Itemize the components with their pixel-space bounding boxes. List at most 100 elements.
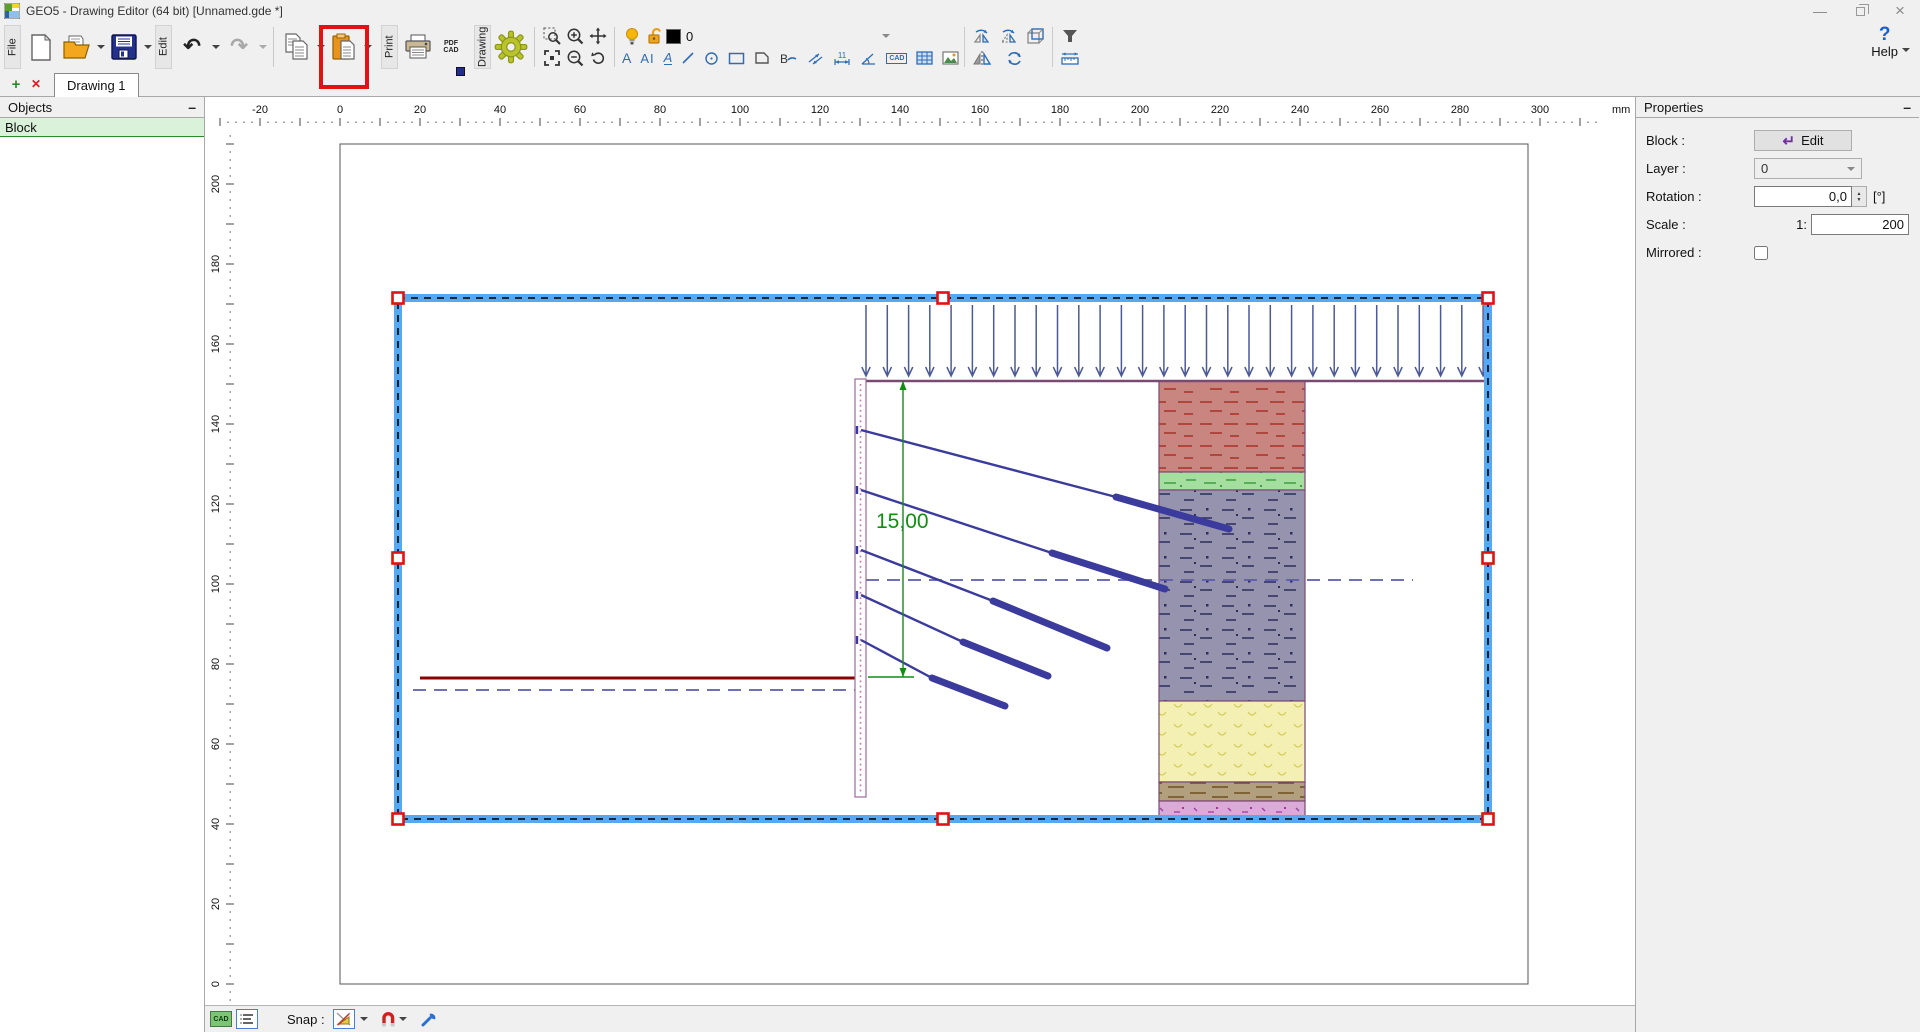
soil-profile-column [1159, 381, 1305, 820]
snap-dropdown[interactable] [358, 1009, 371, 1029]
save-dropdown[interactable] [142, 24, 153, 70]
copy-button[interactable] [279, 24, 315, 70]
snap-settings-button[interactable] [420, 1010, 438, 1028]
print-button[interactable] [400, 24, 436, 70]
close-button[interactable]: × [1880, 0, 1920, 22]
selection-handle[interactable] [393, 293, 404, 304]
undo-button[interactable]: ↶ [174, 24, 210, 70]
mirrored-property-row: Mirrored : [1646, 242, 1909, 263]
open-file-button[interactable] [59, 24, 95, 70]
selection-handle[interactable] [938, 293, 949, 304]
text-tool-button[interactable]: A [622, 50, 631, 66]
lock-button[interactable] [643, 26, 666, 47]
svg-text:100: 100 [210, 575, 222, 593]
ruler-icon [1060, 51, 1080, 66]
snap-mode-button[interactable] [333, 1009, 355, 1029]
rotation-spinner[interactable]: ▲▼ [1852, 186, 1867, 207]
zoom-out-button[interactable] [563, 48, 586, 69]
close-tab-button[interactable]: ✕ [26, 74, 46, 94]
cad-mode-badge[interactable]: CAD [210, 1011, 232, 1027]
move-objects-button[interactable] [997, 26, 1020, 47]
help-label: Help [1871, 44, 1898, 59]
layer-color-select[interactable]: 0 [666, 26, 894, 47]
help-dropdown[interactable] [1902, 48, 1910, 52]
minimize-button[interactable]: — [1800, 0, 1840, 22]
selection-handle[interactable] [1483, 814, 1494, 825]
pan-button[interactable] [586, 26, 609, 47]
dimension-value: 15,00 [876, 510, 929, 533]
objects-panel-title: Objects [8, 100, 52, 115]
layer-select[interactable]: 0 [1754, 158, 1862, 179]
export-pdf-cad-button[interactable]: PDF CAD [436, 24, 466, 70]
magnet-dropdown[interactable] [397, 1009, 410, 1029]
help-button[interactable]: ? Help [1871, 26, 1898, 59]
copy-dropdown[interactable] [315, 24, 326, 70]
previous-view-button[interactable] [586, 48, 609, 69]
svg-text:160: 160 [210, 335, 222, 353]
edit-text-tool-button[interactable]: A [664, 52, 673, 65]
drawing-canvas[interactable]: -200204060801001201401601802002202402602… [205, 97, 1635, 1005]
move-objects-icon [999, 28, 1019, 45]
line-tool-button[interactable] [681, 51, 695, 65]
rotate-button[interactable] [1003, 48, 1026, 69]
edit-menu-button[interactable]: Edit [155, 25, 172, 69]
redo-button[interactable]: ↷ [221, 24, 257, 70]
svg-text:180: 180 [1051, 104, 1069, 116]
file-menu-button[interactable]: File [4, 25, 21, 69]
angle-dimension-tool-button[interactable] [860, 51, 877, 66]
zoom-selection-icon [543, 27, 561, 45]
paste-button[interactable] [326, 24, 362, 70]
svg-text:120: 120 [210, 495, 222, 513]
circle-tool-button[interactable] [704, 51, 719, 66]
linear-dimension-tool-button[interactable]: 11 [833, 51, 851, 66]
object-list-item-block[interactable]: Block [0, 118, 204, 137]
selection-handle[interactable] [1483, 293, 1494, 304]
drawing-menu-button[interactable]: Drawing [474, 25, 491, 69]
save-button[interactable] [106, 24, 142, 70]
caret-down-icon [144, 45, 152, 49]
table-tool-button[interactable] [916, 51, 933, 65]
mirrored-checkbox[interactable] [1754, 246, 1768, 260]
image-tool-button[interactable] [942, 51, 959, 65]
collapse-icon[interactable]: – [188, 99, 196, 115]
zoom-select-button[interactable] [540, 26, 563, 47]
polygon-tool-button[interactable] [754, 51, 770, 65]
selection-handle[interactable] [393, 553, 404, 564]
line-style-button[interactable] [236, 1009, 258, 1029]
redo-dropdown[interactable] [257, 24, 268, 70]
cad-tool-button[interactable]: CAD [886, 53, 907, 64]
mirror-button[interactable] [970, 48, 993, 69]
add-tab-button[interactable]: + [6, 74, 26, 94]
svg-text:60: 60 [210, 738, 222, 750]
restore-button[interactable] [1840, 0, 1880, 22]
copy-3d-button[interactable] [1024, 26, 1047, 47]
paste-dropdown[interactable] [362, 24, 373, 70]
tab-drawing-1[interactable]: Drawing 1 [54, 73, 139, 97]
open-file-dropdown[interactable] [95, 24, 106, 70]
selection-handle[interactable] [1483, 553, 1494, 564]
print-menu-button[interactable]: Print [381, 25, 398, 69]
rectangle-tool-button[interactable] [728, 52, 745, 65]
copy-objects-button[interactable] [970, 26, 993, 47]
caret-down-icon [317, 45, 325, 49]
filter-button[interactable] [1058, 26, 1081, 47]
edit-block-button[interactable]: ↵ Edit [1754, 130, 1852, 151]
selection-handle[interactable] [393, 814, 404, 825]
selection-handle[interactable] [938, 814, 949, 825]
measure-button[interactable] [1058, 48, 1081, 69]
undo-dropdown[interactable] [210, 24, 221, 70]
zoom-fit-button[interactable] [540, 48, 563, 69]
collapse-icon[interactable]: – [1903, 99, 1911, 115]
zoom-in-button[interactable] [563, 26, 586, 47]
rotate-icon [1005, 49, 1024, 67]
multitext-tool-button[interactable]: AI [640, 51, 654, 66]
svg-text:0: 0 [337, 104, 343, 116]
settings-button[interactable] [493, 24, 529, 70]
rotation-input[interactable] [1754, 186, 1852, 207]
scale-input[interactable] [1811, 214, 1909, 235]
text-arc-tool-button[interactable]: B [779, 51, 797, 65]
new-file-button[interactable] [23, 24, 59, 70]
visibility-button[interactable] [620, 26, 643, 47]
dimension-arrows-tool-button[interactable] [806, 51, 824, 65]
magnet-button[interactable] [379, 1010, 397, 1028]
